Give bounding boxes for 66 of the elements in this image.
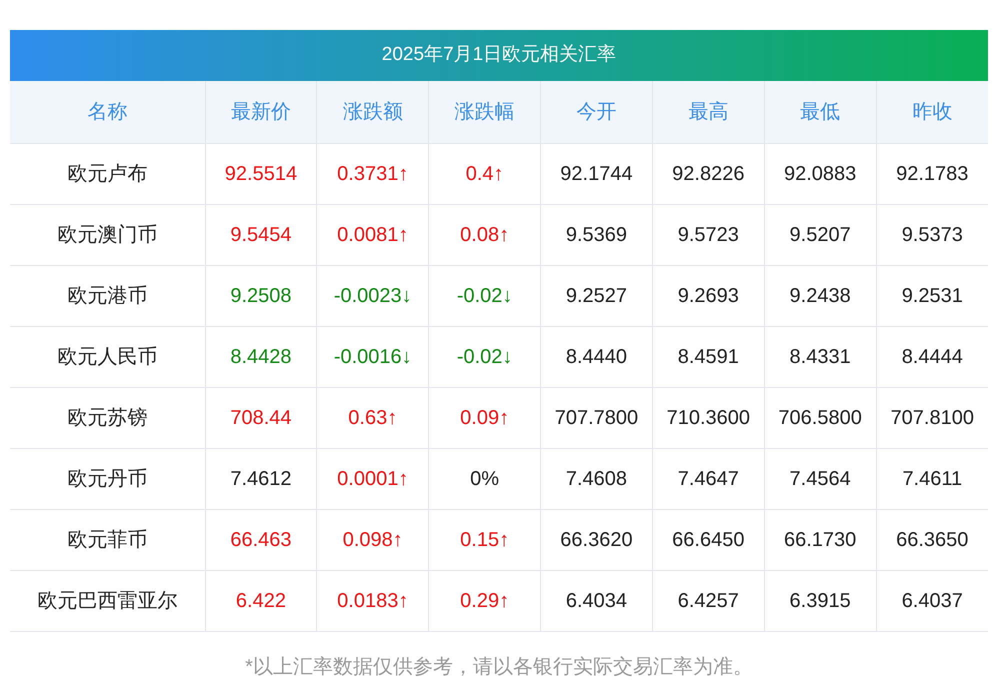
table-cell: 7.4608 xyxy=(540,448,652,509)
price-cell: 6.422 xyxy=(205,570,317,631)
currency-name: 欧元菲币 xyxy=(10,509,205,570)
footnote: *以上汇率数据仅供参考，请以各银行实际交易汇率为准。 xyxy=(244,654,754,680)
table-cell: 7.4564 xyxy=(764,448,876,509)
table-cell: 8.4440 xyxy=(540,326,652,387)
column-header: 最高 xyxy=(652,81,764,143)
table-cell: 8.4591 xyxy=(652,326,764,387)
percent-cell: 0.29↑ xyxy=(428,570,541,631)
table-cell: 66.6450 xyxy=(652,509,764,570)
table-cell: 7.4647 xyxy=(652,448,764,509)
percent-cell: 0% xyxy=(428,448,541,509)
change-cell: -0.0016↓ xyxy=(316,326,429,387)
table-cell: 92.0883 xyxy=(764,143,876,204)
table-cell: 66.1730 xyxy=(764,509,876,570)
price-cell: 9.5454 xyxy=(205,204,317,265)
percent-cell: 0.15↑ xyxy=(428,509,541,570)
table-cell: 9.2438 xyxy=(764,265,876,326)
column-header: 今开 xyxy=(540,81,652,143)
table-cell: 9.5369 xyxy=(540,204,652,265)
currency-name: 欧元丹币 xyxy=(10,448,205,509)
percent-cell: 0.08↑ xyxy=(428,204,541,265)
currency-name: 欧元港币 xyxy=(10,265,205,326)
table-cell: 707.7800 xyxy=(540,387,652,448)
price-cell: 8.4428 xyxy=(205,326,317,387)
column-header: 涨跌幅 xyxy=(428,81,541,143)
column-header: 最低 xyxy=(764,81,876,143)
table-cell: 9.2527 xyxy=(540,265,652,326)
change-cell: 0.63↑ xyxy=(316,387,429,448)
table-cell: 66.3620 xyxy=(540,509,652,570)
price-cell: 9.2508 xyxy=(205,265,317,326)
price-cell: 708.44 xyxy=(205,387,317,448)
currency-name: 欧元巴西雷亚尔 xyxy=(10,570,205,631)
table-cell: 9.5207 xyxy=(764,204,876,265)
table-cell: 8.4331 xyxy=(764,326,876,387)
currency-name: 欧元澳门币 xyxy=(10,204,205,265)
percent-cell: 0.09↑ xyxy=(428,387,541,448)
table-cell: 706.5800 xyxy=(764,387,876,448)
currency-name: 欧元人民币 xyxy=(10,326,205,387)
table-cell: 9.5723 xyxy=(652,204,764,265)
price-cell: 7.4612 xyxy=(205,448,317,509)
table-cell: 6.3915 xyxy=(764,570,876,631)
column-header: 涨跌额 xyxy=(316,81,429,143)
column-header: 昨收 xyxy=(876,81,988,143)
change-cell: 0.0183↑ xyxy=(316,570,429,631)
table-cell: 92.1744 xyxy=(540,143,652,204)
percent-cell: -0.02↓ xyxy=(428,265,541,326)
change-cell: 0.3731↑ xyxy=(316,143,429,204)
percent-cell: 0.4↑ xyxy=(428,143,541,204)
table-cell: 6.4257 xyxy=(652,570,764,631)
change-cell: 0.0001↑ xyxy=(316,448,429,509)
percent-cell: -0.02↓ xyxy=(428,326,541,387)
change-cell: -0.0023↓ xyxy=(316,265,429,326)
table-title: 2025年7月1日欧元相关汇率 xyxy=(10,30,988,81)
column-header: 名称 xyxy=(10,81,205,143)
change-cell: 0.098↑ xyxy=(316,509,429,570)
table-cell: 92.8226 xyxy=(652,143,764,204)
price-cell: 66.463 xyxy=(205,509,317,570)
currency-name: 欧元卢布 xyxy=(10,143,205,204)
change-cell: 0.0081↑ xyxy=(316,204,429,265)
table-cell: 9.2693 xyxy=(652,265,764,326)
price-cell: 92.5514 xyxy=(205,143,317,204)
column-header: 最新价 xyxy=(205,81,317,143)
currency-name: 欧元苏镑 xyxy=(10,387,205,448)
table-cell: 710.3600 xyxy=(652,387,764,448)
table-cell: 6.4034 xyxy=(540,570,652,631)
